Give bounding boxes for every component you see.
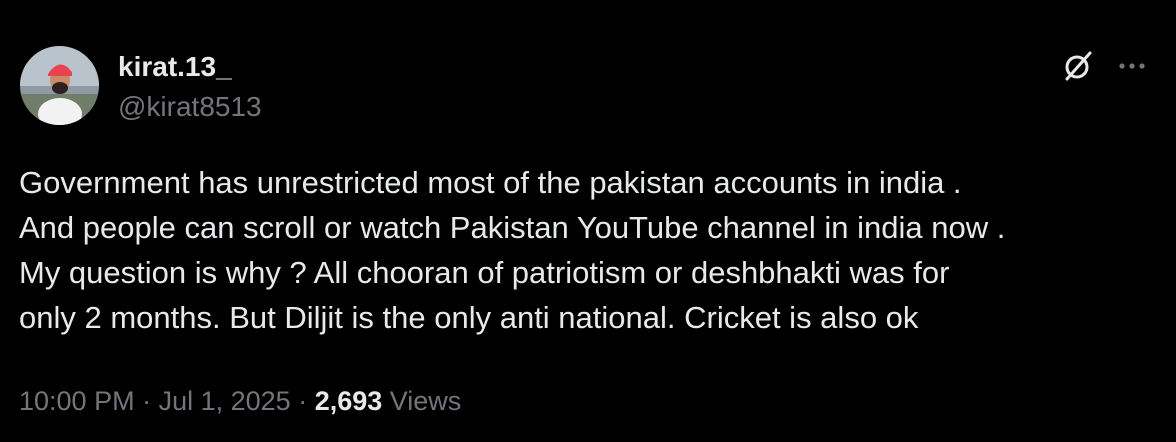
more-button[interactable] <box>1112 46 1152 86</box>
views-count: 2,693 <box>314 386 383 416</box>
tweet-text-line: And people can scroll or watch Pakistan … <box>19 210 1006 245</box>
author-display-name[interactable]: kirat.13_ <box>118 50 232 84</box>
views-label: Views <box>382 386 462 416</box>
tweet-meta: 10:00 PM · Jul 1, 2025 · 2,693 Views <box>19 383 461 419</box>
profile-photo-icon <box>20 46 99 125</box>
tweet-text-line: only 2 months. But Diljit is the only an… <box>19 300 919 335</box>
tweet-text-line: Government has unrestricted most of the … <box>19 165 962 200</box>
avatar[interactable] <box>20 46 99 125</box>
grok-icon <box>1065 51 1092 81</box>
meta-separator: · <box>290 386 315 416</box>
author-handle[interactable]: @kirat8513 <box>118 90 262 124</box>
meta-separator: · <box>134 386 159 416</box>
tweet-text: Government has unrestricted most of the … <box>19 160 1159 340</box>
more-icon <box>1119 63 1145 69</box>
grok-button[interactable] <box>1058 46 1098 86</box>
tweet-card: kirat.13_ @kirat8513 Government has unre… <box>0 0 1176 442</box>
tweet-date[interactable]: Jul 1, 2025 <box>159 386 291 416</box>
tweet-time[interactable]: 10:00 PM <box>19 386 135 416</box>
tweet-text-line: My question is why ? All chooran of patr… <box>19 255 950 290</box>
